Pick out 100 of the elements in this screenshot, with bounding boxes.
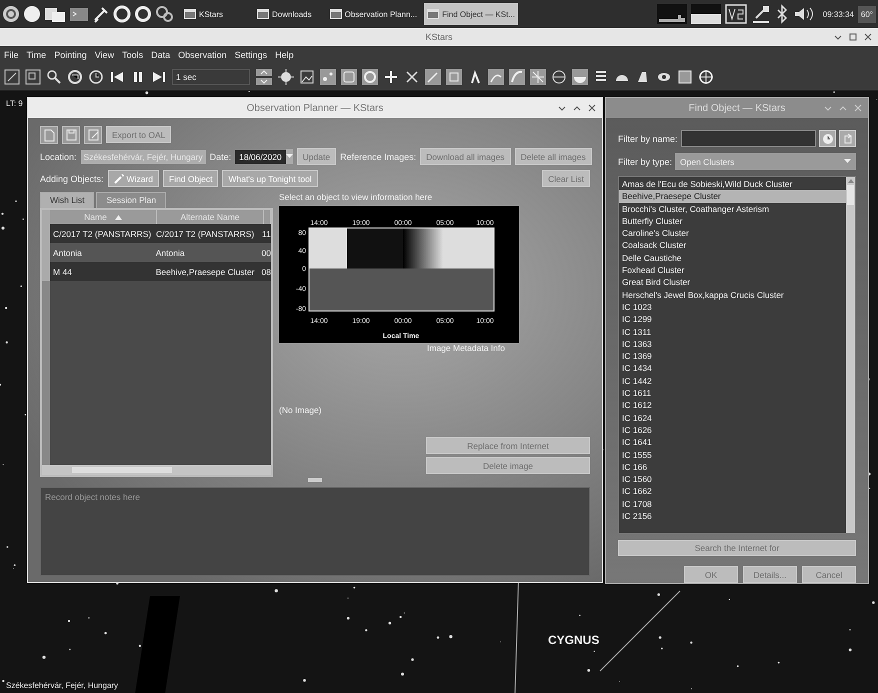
list-item[interactable]: IC 1611 (619, 387, 846, 400)
list-item[interactable]: IC 1434 (619, 362, 846, 375)
curve-icon[interactable] (509, 68, 525, 84)
list-item[interactable]: IC 1641 (619, 436, 846, 449)
list-item[interactable]: Great Bird Cluster (619, 276, 846, 289)
crosshair-icon[interactable] (698, 68, 714, 84)
picture-icon[interactable] (299, 68, 315, 84)
list-item[interactable]: IC 1560 (619, 473, 846, 486)
asterism-icon[interactable] (404, 68, 420, 84)
splitter-handle[interactable] (308, 478, 322, 482)
list-item[interactable]: IC 1299 (619, 313, 846, 326)
table-cell-text: M 44 (53, 266, 73, 276)
list-item[interactable]: Foxhead Cluster (619, 264, 846, 276)
folders-icon (44, 5, 66, 23)
menu-item[interactable]: Help (275, 50, 294, 60)
list-item[interactable]: IC 2156 (619, 510, 846, 522)
minimize-icon[interactable] (834, 33, 842, 41)
menu-item[interactable]: Time (26, 50, 46, 60)
list-item[interactable]: IC 1555 (619, 448, 846, 461)
notes-field[interactable]: Record object notes here (40, 487, 590, 576)
temperature-text: 60° (858, 6, 876, 22)
daylight-band (443, 228, 494, 268)
list-item[interactable]: IC 1363 (619, 338, 846, 350)
zoom-fit-icon[interactable] (4, 68, 20, 84)
menu-item[interactable]: Settings (234, 50, 268, 60)
metadata-label: Image Metadata Info (427, 343, 506, 353)
clock-icon[interactable] (88, 68, 104, 84)
menu-item[interactable]: Tools (122, 50, 144, 60)
nebula-icon[interactable] (341, 68, 357, 84)
stars-icon[interactable] (320, 68, 336, 84)
menu-logo-icon (2, 5, 20, 23)
caret-icon (286, 154, 293, 159)
constellation-label: CYGNUS (548, 633, 600, 647)
reference-images-label: Reference Images: (340, 152, 416, 162)
menu-item[interactable]: Pointing (54, 50, 87, 60)
list-item[interactable]: Caroline's Cluster (619, 227, 846, 240)
toolbar-button[interactable] (819, 130, 836, 147)
toolbar-button[interactable] (84, 126, 102, 144)
list-item[interactable]: Amas de l'Ecu de Sobieski,Wild Duck Cluster (619, 178, 846, 190)
window-title: Find Object — KStars (688, 102, 786, 114)
list-item[interactable]: IC 1311 (619, 326, 846, 338)
minimize-icon[interactable] (558, 104, 566, 112)
time-step-field[interactable]: 1 sec (172, 68, 250, 84)
galaxy-icon[interactable] (362, 68, 378, 84)
date-field[interactable]: 18/06/2020 (235, 150, 286, 164)
table-cell-text: Beehive,Praesepe Cluster (156, 266, 256, 276)
zoom-box-icon[interactable] (25, 68, 41, 84)
list-item[interactable]: IC 1612 (619, 399, 846, 412)
list-item[interactable]: Delle Caustiche (619, 252, 846, 264)
window-icon (184, 9, 196, 19)
table-cell: 08 (262, 266, 271, 276)
horizon-icon[interactable] (572, 68, 588, 84)
table-cell-text: Antonia (53, 248, 83, 258)
maximize-icon[interactable] (849, 33, 857, 41)
list-item[interactable]: IC 1662 (619, 485, 846, 498)
list-item[interactable]: IC 1369 (619, 350, 846, 362)
spinner-icon[interactable] (255, 68, 273, 86)
list-item[interactable]: IC 166 (619, 460, 846, 474)
filter-type-label: Filter by type: (618, 156, 672, 166)
target-icon[interactable] (278, 68, 294, 84)
night-band (347, 228, 403, 268)
menu-item[interactable]: File (4, 50, 19, 60)
list-item[interactable]: Brocchi's Cluster, Coathanger Asterism (619, 202, 846, 215)
list-item[interactable]: IC 1023 (619, 300, 846, 314)
list-item[interactable]: IC 1708 (619, 498, 846, 510)
terminal-icon (69, 6, 89, 22)
milky-way-icon[interactable] (488, 68, 504, 84)
toolbar-button[interactable] (40, 126, 58, 144)
menu-item[interactable]: View (94, 50, 114, 60)
info-label: LT: 9 (6, 99, 23, 108)
window-icon (257, 9, 270, 19)
grid-icon[interactable] (530, 68, 546, 84)
close-icon[interactable] (864, 33, 872, 41)
window-title: Observation Planner — KStars (246, 102, 384, 114)
name-filter-field[interactable] (680, 130, 816, 147)
taskbar-button[interactable]: Find Object — KSt... (424, 3, 518, 25)
list-item[interactable]: Herschel's Jewel Box,kappa Crucis Cluster (619, 288, 846, 301)
close-icon[interactable] (588, 104, 596, 112)
frame-icon[interactable] (677, 68, 693, 84)
search-icon[interactable] (46, 68, 62, 84)
menu-item[interactable]: Observation (178, 50, 227, 60)
info-hint: Select an object to view information here (279, 192, 434, 204)
comet-icon[interactable] (425, 68, 441, 84)
maximize-icon[interactable] (573, 104, 581, 112)
list-item[interactable]: Beehive,Praesepe Cluster (619, 190, 846, 203)
table-cell-text: Antonia (156, 248, 186, 258)
tools-icon (92, 5, 110, 23)
list-item[interactable]: IC 1626 (619, 424, 846, 436)
lines-icon[interactable] (446, 68, 462, 84)
equatorial-icon[interactable] (551, 68, 567, 84)
list-item[interactable]: Coalsack Cluster (619, 239, 846, 252)
list-item[interactable]: Butterfly Cluster (619, 214, 846, 228)
plus-icon[interactable] (383, 68, 399, 84)
clock-text: 09:33:34 (822, 10, 854, 18)
list-item[interactable]: IC 1442 (619, 374, 846, 388)
list-item[interactable]: IC 1624 (619, 412, 846, 424)
table-cell-text: C/2017 T2 (PANSTARRS) (156, 228, 256, 238)
tab[interactable]: Wish List (40, 192, 94, 208)
toolbar-button[interactable] (62, 126, 80, 144)
menu-item[interactable]: Data (151, 50, 170, 60)
